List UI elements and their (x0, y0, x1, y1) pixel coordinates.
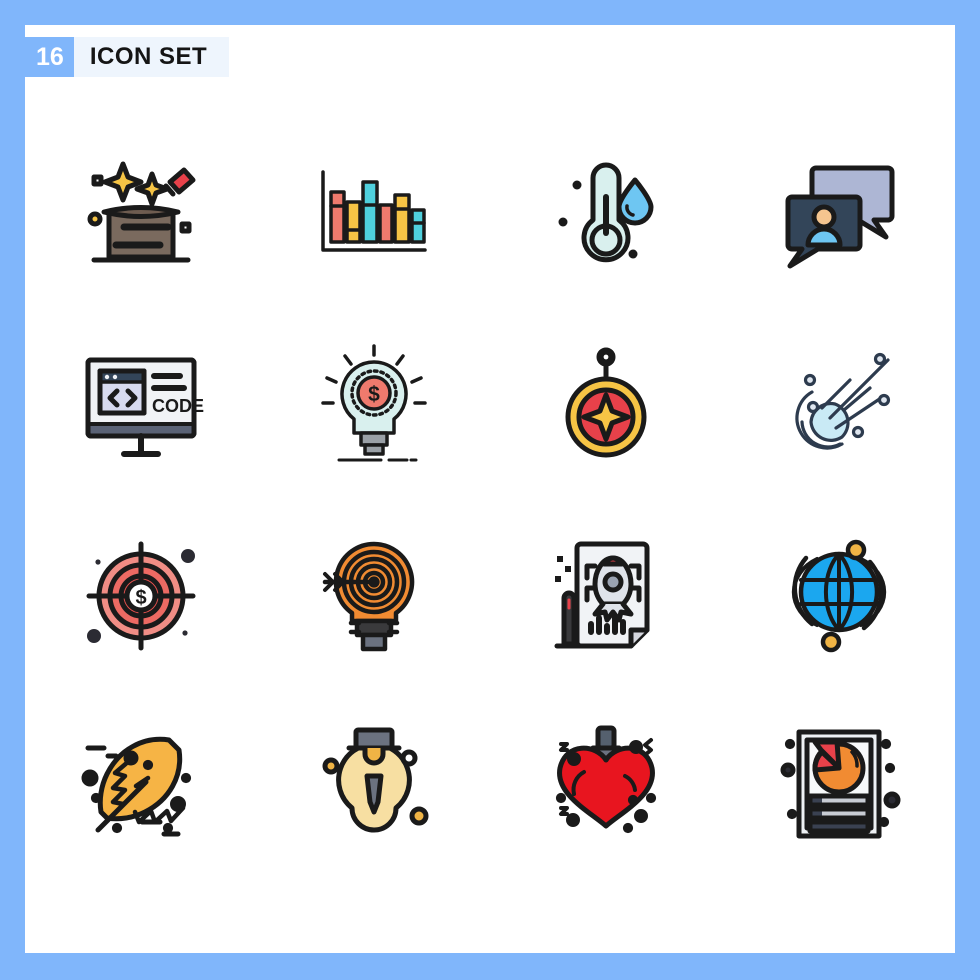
icon-cell-business-idea[interactable]: $ (258, 310, 491, 500)
bar-chart-icon (321, 170, 427, 252)
icon-cell-magic-hat[interactable] (25, 120, 258, 310)
icon-cell-compass[interactable] (490, 310, 723, 500)
icon-cell-comet[interactable] (723, 310, 956, 500)
icon-cell-money-target[interactable]: $ (25, 500, 258, 690)
target-dollar-icon: $ (86, 541, 196, 651)
icon-cell-global-network[interactable] (723, 500, 956, 690)
code-monitor-icon: CODE (85, 357, 204, 457)
bulb-target-arrow-icon (322, 541, 415, 652)
icon-cell-report[interactable] (723, 690, 956, 880)
comet-icon (795, 352, 890, 450)
feather-icon (81, 736, 192, 837)
icon-cell-startup-plan[interactable] (490, 500, 723, 690)
globe-orbit-icon (791, 539, 886, 653)
icon-cell-humidity[interactable] (490, 120, 723, 310)
svg-text:$: $ (368, 383, 380, 406)
sheet-header: 16 ICON SET (25, 37, 230, 77)
page-title: ICON SET (89, 43, 208, 70)
icon-sheet: 16 ICON SET CODE $ $ (25, 25, 955, 953)
icon-cell-light-bulb[interactable] (258, 690, 491, 880)
compass-medal-icon (565, 347, 647, 458)
icon-cell-feather[interactable] (25, 690, 258, 880)
icon-cell-code-monitor[interactable]: CODE (25, 310, 258, 500)
icon-grid: CODE $ $ (25, 120, 955, 880)
thermometer-humidity-icon (558, 162, 654, 263)
bulb-dollar-icon: $ (321, 344, 427, 462)
pie-chart-report-icon (780, 729, 901, 839)
magic-hat-icon (87, 161, 196, 263)
code-label: CODE (152, 396, 204, 416)
icon-cell-conversation[interactable] (723, 120, 956, 310)
heart-bomb-icon (556, 725, 657, 834)
svg-text:$: $ (136, 587, 147, 609)
icon-cell-idea-target[interactable] (258, 500, 491, 690)
chat-user-icon (785, 165, 895, 269)
rocket-document-icon (554, 541, 650, 649)
icon-cell-bar-chart[interactable] (258, 120, 491, 310)
light-bulb-icon (322, 727, 429, 833)
icon-cell-love-bomb[interactable] (490, 690, 723, 880)
icon-count-badge: 16 (25, 37, 74, 77)
